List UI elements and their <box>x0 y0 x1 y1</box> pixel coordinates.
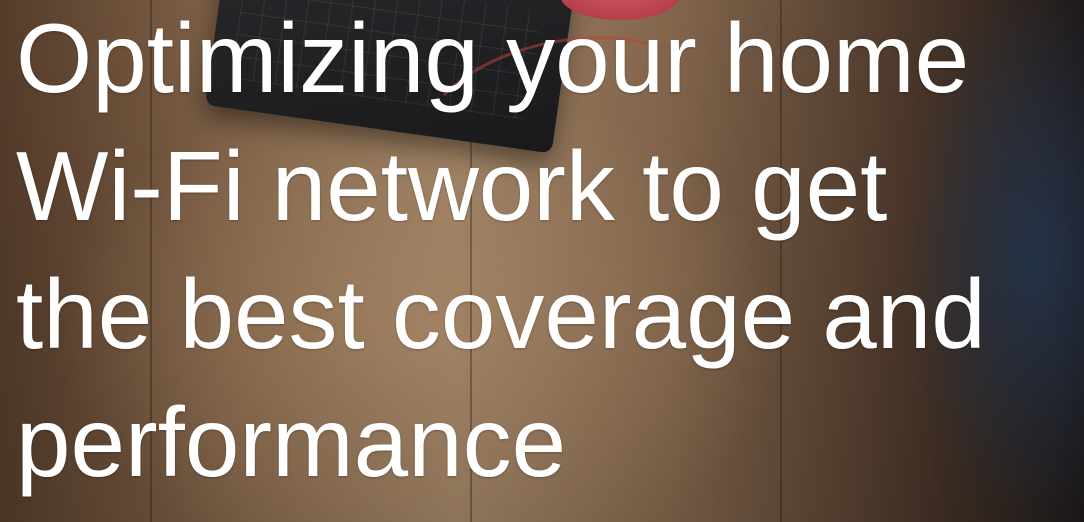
headline-line: the best coverage and <box>16 259 986 369</box>
headline-line: Wi-Fi network to get <box>16 131 888 241</box>
headline: Optimizing your home Wi-Fi network to ge… <box>16 0 1082 506</box>
headline-line: performance <box>16 387 567 497</box>
hero-banner: Optimizing your home Wi-Fi network to ge… <box>0 0 1084 522</box>
headline-line: Optimizing your home <box>16 3 970 113</box>
